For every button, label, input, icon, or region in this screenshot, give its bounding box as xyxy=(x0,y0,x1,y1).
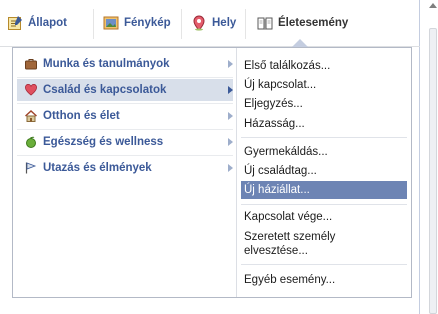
tab-status[interactable]: Állapot xyxy=(7,11,67,35)
category-label: Otthon és élet xyxy=(43,110,120,122)
subitem-new-pet[interactable]: Új háziállat... xyxy=(241,181,407,199)
subitem-first-met[interactable]: Első találkozás... xyxy=(241,59,407,73)
subitem-new-family-member[interactable]: Új családtag... xyxy=(241,164,407,178)
chevron-right-icon xyxy=(228,86,233,94)
status-icon xyxy=(7,15,23,31)
category-health-wellness[interactable]: Egészség és wellness xyxy=(17,131,233,153)
tab-divider xyxy=(93,9,94,39)
scroll-up-arrow-icon[interactable] xyxy=(429,3,437,8)
briefcase-icon xyxy=(25,58,37,70)
life-event-menu: Munka és tanulmányok Család és kapcsolat… xyxy=(12,47,412,298)
category-family-relationships[interactable]: Család és kapcsolatok xyxy=(17,79,233,101)
category-list: Munka és tanulmányok Család és kapcsolat… xyxy=(13,48,236,297)
house-icon xyxy=(25,110,37,122)
tab-photo[interactable]: Fénykép xyxy=(103,11,171,35)
divider xyxy=(241,264,407,265)
heart-icon xyxy=(25,83,37,96)
tab-divider xyxy=(245,9,246,39)
divider xyxy=(17,155,233,156)
tab-place[interactable]: Hely xyxy=(191,11,236,35)
scrollbar-thumb[interactable] xyxy=(429,28,437,314)
category-label: Család és kapcsolatok xyxy=(43,84,167,96)
subitem-marriage[interactable]: Házasság... xyxy=(241,117,407,131)
tab-label: Életesemény xyxy=(278,17,349,29)
subitem-other-event[interactable]: Egyéb esemény... xyxy=(241,273,407,287)
subitem-loss-of-loved-one[interactable]: Szeretett személy elvesztése... xyxy=(241,230,351,258)
tab-divider xyxy=(181,9,182,39)
chevron-right-icon xyxy=(228,60,233,68)
divider xyxy=(241,204,407,205)
location-pin-icon xyxy=(191,15,207,31)
category-label: Munka és tanulmányok xyxy=(43,58,170,70)
subitem-end-of-relationship[interactable]: Kapcsolat vége... xyxy=(241,210,407,224)
divider xyxy=(241,137,407,138)
chevron-right-icon xyxy=(228,112,233,120)
divider xyxy=(17,103,233,104)
composer-tabs: Állapot Fénykép Hely Életesemény xyxy=(0,0,420,47)
tab-life-event[interactable]: Életesemény xyxy=(257,11,348,35)
scrollbar[interactable] xyxy=(428,0,438,314)
subitem-list: Első találkozás... Új kapcsolat... Eljeg… xyxy=(237,48,413,297)
category-travel-experiences[interactable]: Utazás és élmények xyxy=(17,157,233,179)
subitem-having-a-baby[interactable]: Gyermekáldás... xyxy=(241,145,407,159)
chevron-right-icon xyxy=(228,138,233,146)
category-label: Egészség és wellness xyxy=(43,136,164,148)
tab-label: Hely xyxy=(212,17,237,29)
chevron-right-icon xyxy=(228,164,233,172)
photo-icon xyxy=(103,15,119,31)
divider xyxy=(17,77,233,78)
apple-icon xyxy=(25,136,37,148)
flag-icon xyxy=(25,162,37,174)
divider xyxy=(17,129,233,130)
subitem-new-relationship[interactable]: Új kapcsolat... xyxy=(241,78,407,92)
subitem-engagement[interactable]: Eljegyzés... xyxy=(241,97,407,111)
category-work-education[interactable]: Munka és tanulmányok xyxy=(17,53,233,75)
category-home-living[interactable]: Otthon és élet xyxy=(17,105,233,127)
category-label: Utazás és élmények xyxy=(43,162,152,174)
tab-label: Fénykép xyxy=(124,17,171,29)
tab-label: Állapot xyxy=(28,17,67,29)
composer: Állapot Fénykép Hely Életesemény Munka é… xyxy=(0,0,420,314)
life-event-book-icon xyxy=(257,15,273,31)
